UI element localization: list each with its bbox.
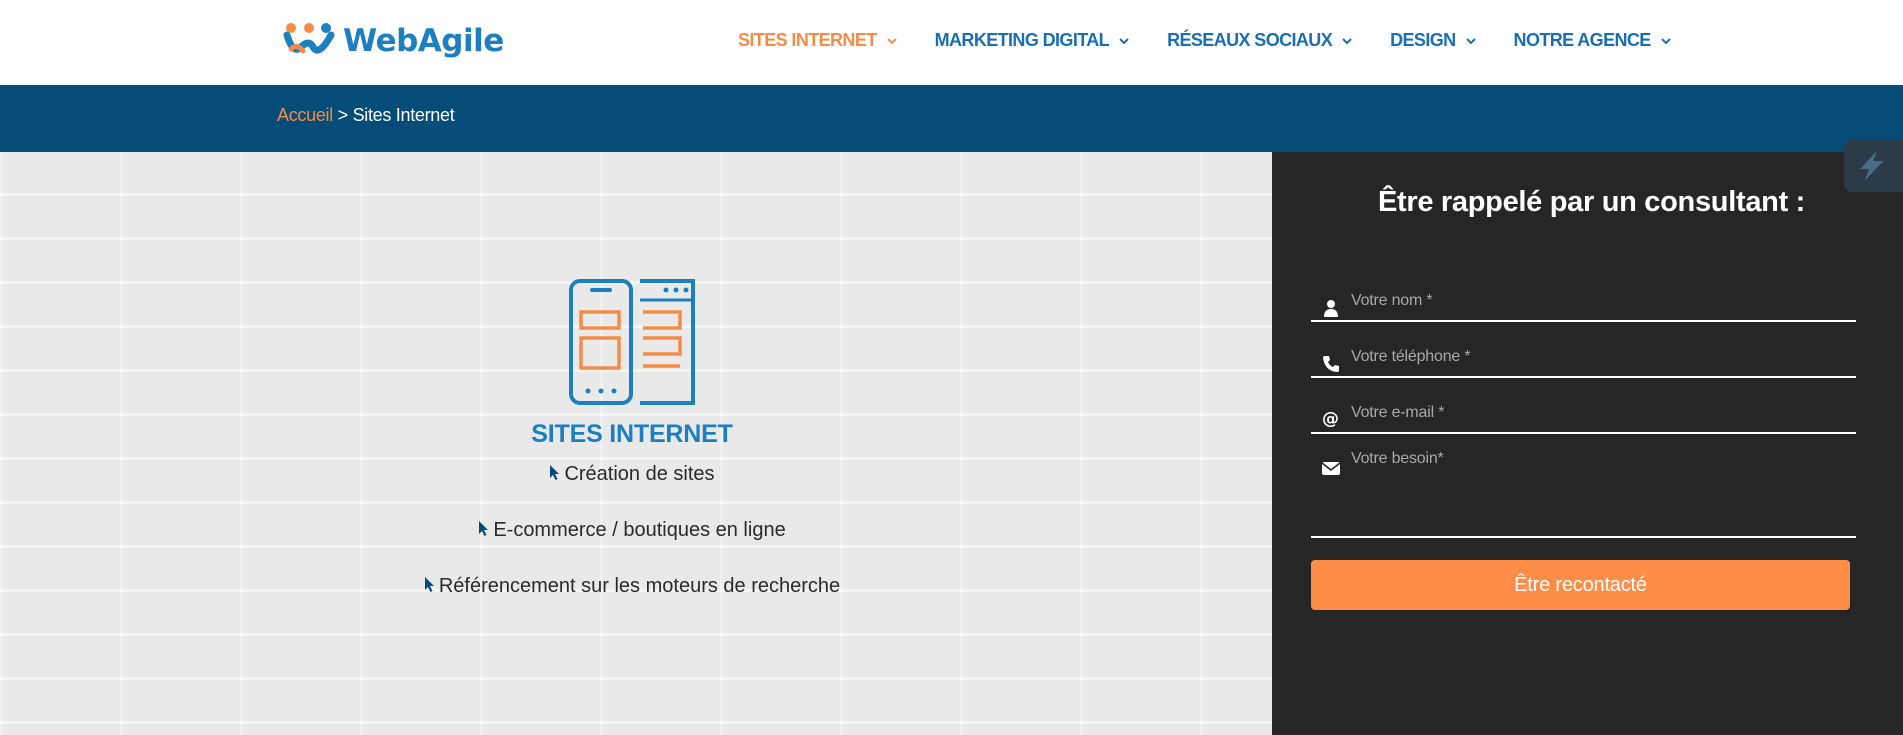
- callback-form-panel: Être rappelé par un consultant : Votre n…: [1272, 152, 1903, 735]
- nav-item-design[interactable]: DESIGN: [1390, 30, 1477, 51]
- phone-icon: [1323, 356, 1339, 372]
- logo[interactable]: WebAgile: [283, 18, 504, 64]
- list-item-text: Création de sites: [564, 463, 715, 485]
- nav-item-label: SITES INTERNET: [738, 30, 877, 50]
- cursor-pointer-icon: [479, 521, 489, 536]
- nav-item-label: NOTRE AGENCE: [1513, 30, 1652, 50]
- lightning-icon: [1859, 151, 1883, 181]
- email-field[interactable]: @ Votre e-mail *: [1311, 398, 1856, 434]
- list-item: Création de sites: [0, 462, 1264, 518]
- floating-widget[interactable]: [1844, 140, 1903, 192]
- nav-item-label: RÉSEAUX SOCIAUX: [1167, 30, 1333, 50]
- breadcrumb: Accueil > Sites Internet: [277, 105, 455, 126]
- breadcrumb-separator: >: [332, 105, 353, 125]
- webagile-logo-icon: [283, 23, 335, 54]
- responsive-devices-icon: [569, 279, 695, 405]
- list-item-text: E-commerce / boutiques en ligne: [493, 519, 786, 541]
- nav-item-label: DESIGN: [1390, 30, 1456, 50]
- cursor-pointer-icon: [424, 577, 434, 592]
- site-header: WebAgile SITES INTERNET MARKETING DIGITA…: [0, 0, 1903, 85]
- need-placeholder: Votre besoin*: [1351, 450, 1444, 467]
- nav-item-notre-agence[interactable]: NOTRE AGENCE: [1514, 30, 1673, 51]
- svg-text:@: @: [1322, 409, 1339, 428]
- cursor-pointer-icon: [550, 465, 560, 480]
- at-icon: @: [1322, 409, 1339, 428]
- breadcrumb-current: Sites Internet: [352, 105, 455, 125]
- nav-item-label: MARKETING DIGITAL: [934, 30, 1110, 50]
- service-title: SITES INTERNET: [531, 420, 733, 448]
- chevron-down-icon: [1660, 37, 1671, 44]
- chevron-down-icon: [1119, 37, 1129, 44]
- breadcrumb-bar: Accueil > Sites Internet: [0, 85, 1903, 152]
- list-item-text: Référencement sur les moteurs de recherc…: [438, 575, 841, 597]
- submit-button[interactable]: Être recontacté: [1311, 560, 1850, 610]
- chevron-down-icon: [1465, 37, 1476, 44]
- list-item: E-commerce / boutiques en ligne: [0, 518, 1264, 574]
- logo-text: WebAgile: [343, 23, 504, 59]
- service-section: SITES INTERNET Création de sites E-comme…: [0, 152, 1272, 735]
- need-textarea[interactable]: Votre besoin*: [1311, 448, 1856, 538]
- form-title: Être rappelé par un consultant :: [1377, 186, 1806, 218]
- list-item: Référencement sur les moteurs de recherc…: [0, 574, 1264, 630]
- nav-item-marketing-digital[interactable]: MARKETING DIGITAL: [935, 30, 1131, 51]
- chevron-down-icon: [886, 37, 897, 44]
- envelope-icon: [1321, 462, 1341, 475]
- nav-item-reseaux-sociaux[interactable]: RÉSEAUX SOCIAUX: [1167, 30, 1354, 51]
- user-icon: [1324, 300, 1338, 317]
- main-nav: SITES INTERNET MARKETING DIGITAL RÉSEAUX…: [738, 30, 1709, 51]
- service-list: Création de sites E-commerce / boutiques…: [0, 462, 1264, 630]
- name-field[interactable]: Votre nom *: [1311, 286, 1856, 322]
- phone-placeholder: Votre téléphone *: [1351, 348, 1471, 365]
- nav-item-sites-internet[interactable]: SITES INTERNET: [738, 30, 899, 51]
- email-placeholder: Votre e-mail *: [1351, 404, 1445, 421]
- breadcrumb-home-link[interactable]: Accueil: [277, 105, 333, 125]
- phone-field[interactable]: Votre téléphone *: [1311, 342, 1856, 378]
- name-placeholder: Votre nom *: [1351, 292, 1433, 309]
- chevron-down-icon: [1342, 37, 1352, 44]
